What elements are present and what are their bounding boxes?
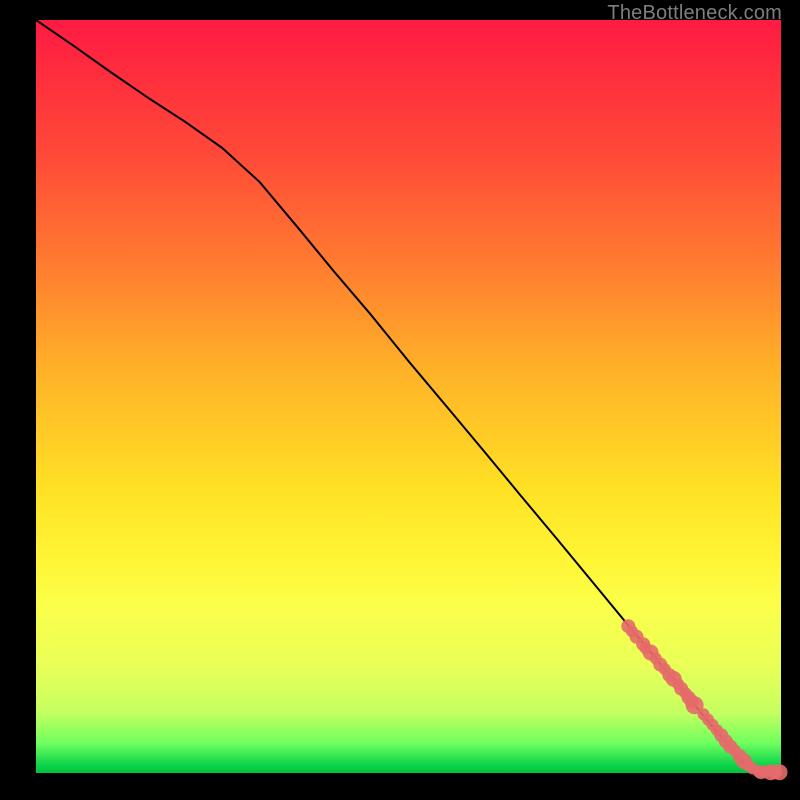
chart-stage: TheBottleneck.com bbox=[0, 0, 800, 800]
watermark-label: TheBottleneck.com bbox=[607, 2, 782, 25]
gradient-background bbox=[36, 20, 781, 773]
